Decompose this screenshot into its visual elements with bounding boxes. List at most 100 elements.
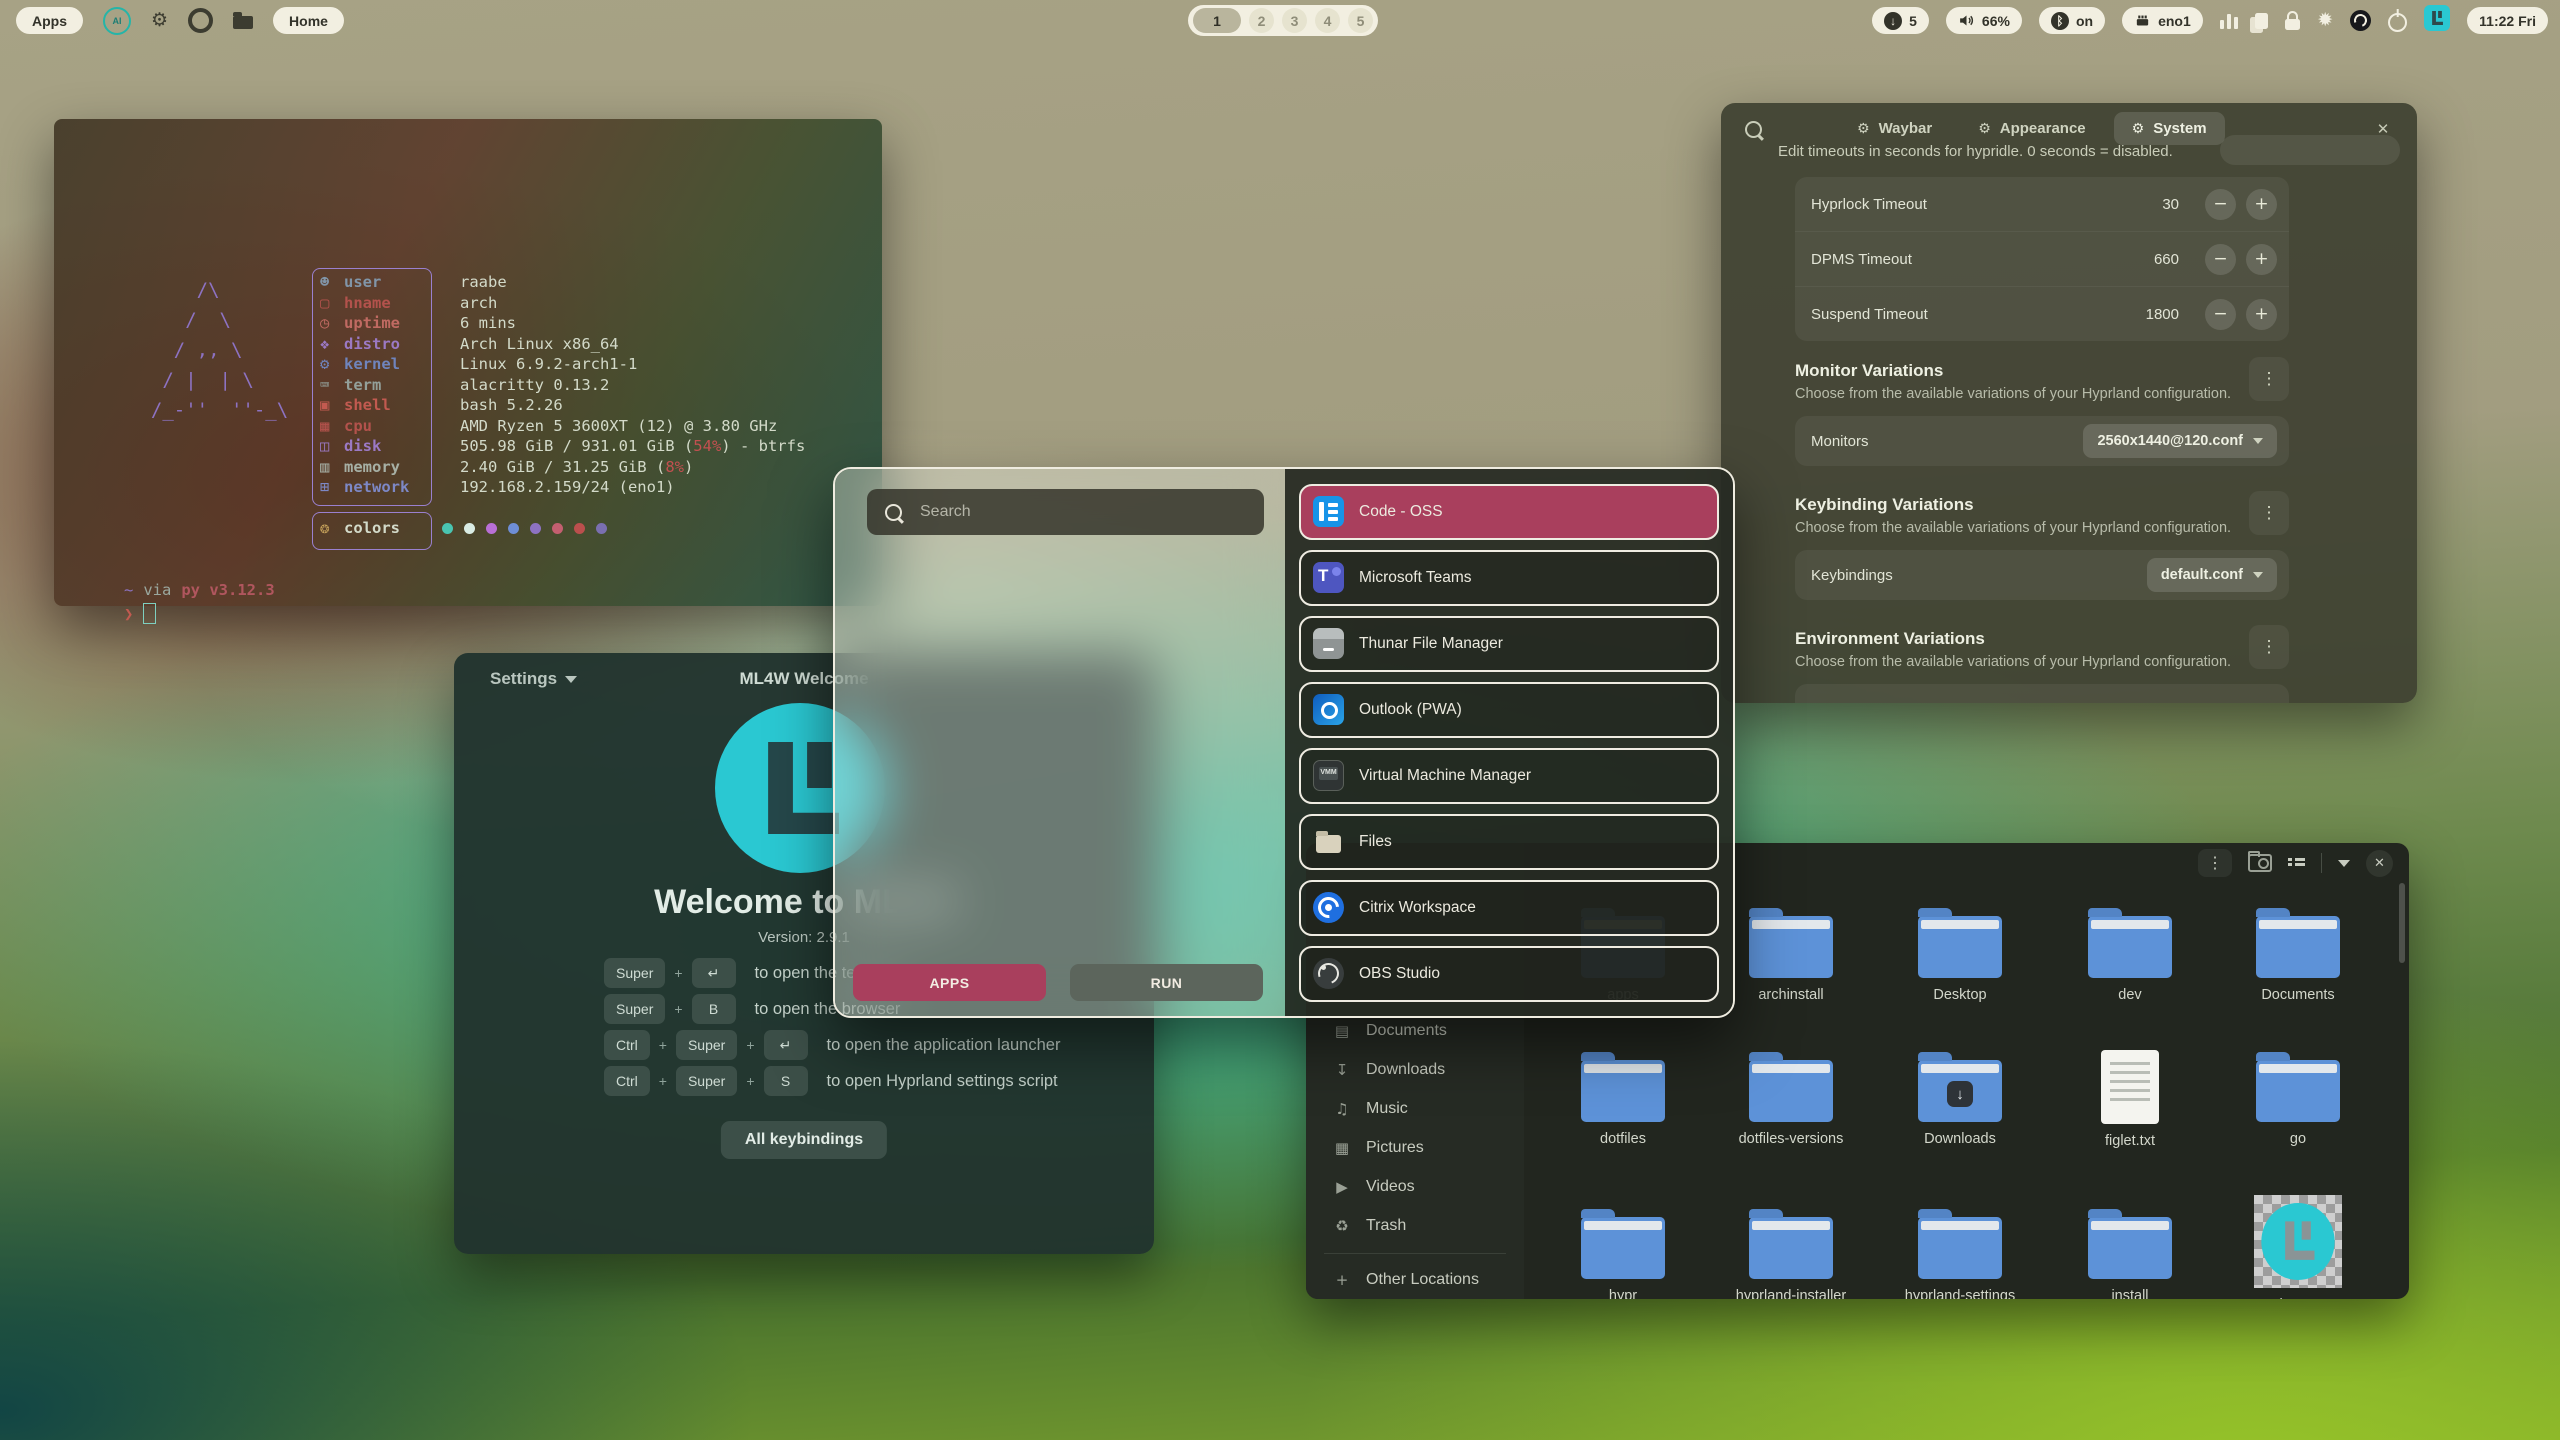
network-pill[interactable]: eno1 [2122,7,2203,34]
files-close-button[interactable]: ✕ [2366,850,2393,877]
folder-search-icon[interactable] [2248,854,2272,872]
file-item[interactable]: hyprland-settings [1885,1203,2035,1299]
sidebar-item-downloads[interactable]: ↧Downloads [1306,1050,1524,1089]
keybind-row: Ctrl + Super + S to open Hyprland settin… [604,1066,1060,1096]
sidebar-item-pictures[interactable]: ▦Pictures [1306,1128,1524,1167]
section-menu-button[interactable]: ⋮ [2249,625,2289,669]
bluetooth-state: on [2076,13,2093,29]
stats-icon[interactable] [2220,13,2239,29]
run-mode-button[interactable]: RUN [1070,964,1263,1001]
clipboard-icon[interactable] [2255,13,2268,29]
apps-mode-button[interactable]: APPS [853,964,1046,1001]
file-item[interactable]: Desktop [1885,902,2035,1003]
clock-pill[interactable]: 11:22 Fri [2467,7,2548,34]
app-item-code-oss[interactable]: Code - OSS [1299,484,1719,540]
launcher-left-panel: APPS RUN [835,469,1285,1016]
tab-waybar[interactable]: ⚙Waybar [1839,112,1950,145]
workspace-4[interactable]: 4 [1315,8,1340,33]
updates-ai-icon[interactable]: AI [103,7,131,35]
keybindings-dropdown[interactable]: default.conf [2147,558,2277,592]
file-item[interactable]: Documents [2223,902,2373,1003]
settings-gear-icon[interactable]: ⚙ [151,9,168,32]
all-keybindings-button[interactable]: All keybindings [721,1121,887,1159]
decrement-button[interactable]: − [2205,299,2236,330]
workspace-2[interactable]: 2 [1249,8,1274,33]
launcher-searchbox[interactable] [867,489,1264,535]
volume-pill[interactable]: 66% [1946,7,2022,34]
apps-button[interactable]: Apps [16,7,83,34]
monitors-dropdown[interactable]: 2560x1440@120.conf [2083,424,2277,458]
file-manager-icon[interactable] [233,12,253,29]
app-item-thunar[interactable]: Thunar File Manager [1299,616,1719,672]
folder-icon [1749,1060,1833,1122]
app-item-files[interactable]: Files [1299,814,1719,870]
file-item[interactable]: ml4w.png [2223,1203,2373,1299]
spinner-row-dpms: DPMS Timeout 660 − + [1795,232,2289,287]
browser-icon[interactable] [188,8,213,33]
files-menu-button[interactable]: ⋮ [2198,849,2232,877]
terminal-window[interactable]: /\ / \ / ,, \ / | | \ /_-'' ''-_\ ☻userr… [54,119,882,606]
sidebar-item-music[interactable]: ♫Music [1306,1089,1524,1128]
file-item[interactable]: figlet.txt [2055,1046,2205,1149]
home-button-label: Home [289,13,328,29]
ml4w-tray-icon[interactable] [2424,5,2450,36]
file-item[interactable]: ↓Downloads [1885,1046,2035,1147]
file-item[interactable]: dotfiles-versions [1716,1046,1866,1147]
spinner-value[interactable]: 30 [2162,196,2179,213]
music-icon: ♫ [1332,1100,1352,1118]
wallpaper-icon[interactable]: ✹ [2317,11,2333,30]
section-menu-button[interactable]: ⋮ [2249,357,2289,401]
folder-icon [1581,1217,1665,1279]
decrement-button[interactable]: − [2205,244,2236,275]
apps-button-label: Apps [32,13,67,29]
file-item[interactable]: dotfiles [1548,1046,1698,1147]
file-item[interactable]: hypr [1548,1203,1698,1299]
fastfetch-row: ▦cpuAMD Ryzen 5 3600XT (12) @ 3.80 GHz [320,416,805,437]
file-item[interactable]: install [2055,1203,2205,1299]
keybindings-row: Keybindings default.conf [1795,550,2289,600]
updates-pill[interactable]: ↓ 5 [1872,7,1929,34]
app-item-citrix[interactable]: Citrix Workspace [1299,880,1719,936]
app-item-outlook[interactable]: Outlook (PWA) [1299,682,1719,738]
obs-tray-icon[interactable] [2350,10,2371,31]
tab-system[interactable]: ⚙System [2114,112,2225,145]
spinner-value[interactable]: 660 [2154,251,2179,268]
search-icon[interactable] [1745,121,1762,138]
files-scrollbar[interactable] [2399,883,2405,963]
lock-icon[interactable] [2285,11,2300,30]
file-item[interactable]: hyprland-installer [1716,1203,1866,1299]
spinner-value[interactable]: 1800 [2146,306,2179,323]
file-item[interactable]: archinstall [1716,902,1866,1003]
folder-icon [2256,1060,2340,1122]
decrement-button[interactable]: − [2205,189,2236,220]
file-item[interactable]: go [2223,1046,2373,1147]
power-icon[interactable] [2388,10,2407,32]
increment-button[interactable]: + [2246,244,2277,275]
key-pill: ↵ [764,1030,808,1060]
gear-icon: ⚙ [1857,121,1870,137]
section-menu-button[interactable]: ⋮ [2249,491,2289,535]
workspace-5[interactable]: 5 [1348,8,1373,33]
thunar-icon [1313,628,1344,659]
chevron-down-icon [2253,438,2263,444]
prompt-line[interactable]: ❯ [124,603,156,624]
view-options-chevron-icon[interactable] [2338,860,2350,867]
list-view-icon[interactable] [2288,857,2305,870]
sidebar-item-trash[interactable]: ♻Trash [1306,1206,1524,1245]
workspace-3[interactable]: 3 [1282,8,1307,33]
bluetooth-pill[interactable]: ᛒ on [2039,7,2105,34]
workspace-1[interactable]: 1 [1193,8,1241,33]
app-item-virtual-machine-manager[interactable]: VMMVirtual Machine Manager [1299,748,1719,804]
file-item[interactable]: dev [2055,902,2205,1003]
close-icon: ✕ [2374,855,2385,871]
home-button[interactable]: Home [273,7,344,34]
app-item-obs-studio[interactable]: OBS Studio [1299,946,1719,1002]
app-item-microsoft-teams[interactable]: Microsoft Teams [1299,550,1719,606]
tab-appearance[interactable]: ⚙Appearance [1960,112,2103,145]
increment-button[interactable]: + [2246,299,2277,330]
search-input[interactable] [918,502,1246,522]
sidebar-item-videos[interactable]: ▶Videos [1306,1167,1524,1206]
kebab-icon: ⋮ [2261,637,2278,657]
increment-button[interactable]: + [2246,189,2277,220]
sidebar-item-other-locations[interactable]: +Other Locations [1306,1260,1524,1299]
